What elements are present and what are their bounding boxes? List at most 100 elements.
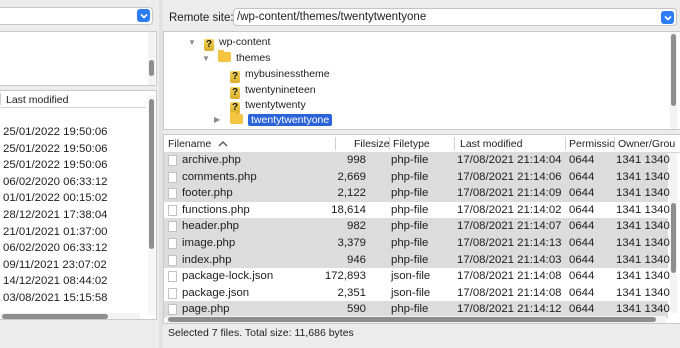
file-permissions: 0644	[569, 154, 595, 166]
tree-item-twentytwentyone[interactable]: twentytwentyone	[230, 112, 333, 128]
remote-list-vscrollbar[interactable]	[670, 153, 677, 313]
col-filetype[interactable]: Filetype	[393, 138, 430, 150]
file-size: 2,122	[337, 187, 366, 200]
file-owner-group: 1341 1340	[616, 154, 670, 166]
file-modified: 17/08/2021 21:14:08	[457, 286, 562, 299]
file-type: php-file	[391, 187, 429, 200]
column-divider[interactable]	[335, 137, 336, 150]
local-file-list[interactable]: Last modified 25/01/2022 19:50:06 25/01/2…	[0, 90, 157, 320]
file-row[interactable]: archive.php 998 php-file 17/08/2021 21:14:0…	[164, 152, 670, 169]
local-path-dropdown-button[interactable]	[137, 9, 150, 22]
column-divider[interactable]	[565, 137, 566, 150]
local-row-last-modified[interactable]: 28/12/2021 17:38:04	[3, 207, 108, 223]
local-list-vscrollbar-thumb[interactable]	[149, 99, 154, 249]
local-row-last-modified[interactable]: 14/12/2021 08:44:02	[3, 273, 108, 289]
local-row-last-modified[interactable]: 21/01/2021 01:37:00	[3, 224, 108, 240]
file-row[interactable]: index.php 946 php-file 17/08/2021 21:14:03 0…	[164, 251, 670, 269]
unknown-folder-icon: ?	[230, 71, 240, 83]
tree-item-themes[interactable]: themes	[218, 50, 271, 66]
local-tree-scrollbar[interactable]	[148, 32, 155, 85]
file-row[interactable]: functions.php 18,614 php-file 17/08/2021 21…	[164, 202, 670, 219]
col-owner-group[interactable]: Owner/Grou	[618, 138, 675, 150]
local-row-last-modified[interactable]: 06/02/2020 06:33:12	[3, 240, 108, 256]
local-col-last-modified[interactable]: Last modified	[6, 94, 68, 106]
file-size: 946	[346, 253, 366, 266]
file-row[interactable]: package.json 2,351 json-file 17/08/2021 21:…	[164, 285, 670, 302]
file-icon	[168, 221, 177, 233]
file-type: php-file	[391, 220, 429, 233]
file-permissions: 0644	[569, 203, 595, 216]
file-owner-group: 1341 1340	[616, 220, 670, 233]
remote-list-hscrollbar[interactable]	[166, 316, 666, 323]
local-row-last-modified[interactable]: 06/02/2020 06:33:12	[3, 174, 108, 190]
local-row-last-modified[interactable]: 09/11/2021 23:07:02	[3, 257, 107, 273]
file-type: php-file	[391, 253, 429, 266]
file-owner-group: 1341 1340	[616, 270, 670, 283]
col-filesize[interactable]: Filesize	[354, 138, 390, 150]
file-icon	[168, 171, 177, 183]
expand-arrow-icon[interactable]: ▶	[214, 115, 220, 124]
local-row-last-modified[interactable]: 03/08/2021 15:15:58	[3, 290, 108, 306]
local-list-hscrollbar-thumb[interactable]	[2, 314, 108, 319]
column-divider[interactable]	[454, 137, 455, 150]
file-permissions: 0644	[569, 237, 595, 249]
file-icon	[168, 204, 177, 216]
tree-item-wp-content[interactable]: ? wp-content	[204, 35, 270, 51]
file-row[interactable]: package-lock.json 172,893 json-file 17/08/2…	[164, 268, 670, 285]
tree-item-label: themes	[236, 52, 271, 64]
chevron-down-icon	[139, 13, 148, 19]
remote-path-dropdown-button[interactable]	[661, 11, 674, 24]
remote-tree-scrollbar[interactable]	[670, 32, 677, 129]
local-row-last-modified[interactable]: 25/01/2022 19:50:06	[3, 141, 108, 157]
col-filename[interactable]: Filename	[168, 138, 228, 150]
file-modified: 17/08/2021 21:14:08	[457, 270, 562, 283]
local-list-vscrollbar[interactable]	[148, 95, 155, 315]
file-type: php-file	[391, 203, 429, 216]
col-last-modified[interactable]: Last modified	[460, 138, 522, 150]
tree-item-mybusinesstheme[interactable]: ? mybusinesstheme	[230, 67, 330, 83]
column-divider[interactable]	[0, 93, 1, 105]
local-row-last-modified[interactable]: 25/01/2022 19:50:06	[3, 157, 108, 173]
remote-status-bar: Selected 7 files. Total size: 11,686 byt…	[163, 324, 680, 342]
folder-icon	[218, 50, 231, 62]
remote-list-vscrollbar-thumb[interactable]	[671, 203, 676, 273]
file-row[interactable]: comments.php 2,669 php-file 17/08/2021 21:1…	[164, 168, 670, 186]
file-name: index.php	[182, 253, 232, 266]
file-modified: 17/08/2021 21:14:03	[457, 253, 562, 266]
tree-item-twentytwenty[interactable]: ? twentytwenty	[230, 98, 306, 114]
column-divider[interactable]	[389, 137, 390, 150]
collapse-arrow-icon[interactable]: ▼	[188, 38, 196, 47]
col-permissions[interactable]: Permissio	[569, 138, 615, 150]
column-divider[interactable]	[614, 137, 615, 150]
chevron-down-icon	[663, 15, 672, 21]
local-directory-tree[interactable]	[0, 31, 157, 86]
collapse-arrow-icon[interactable]: ▼	[202, 54, 210, 63]
file-icon	[168, 271, 177, 283]
remote-list-hscrollbar-thumb[interactable]	[168, 317, 656, 322]
file-row[interactable]: footer.php 2,122 php-file 17/08/2021 21:14:…	[164, 185, 670, 202]
file-modified: 17/08/2021 21:14:04	[457, 154, 562, 166]
file-type: php-file	[391, 237, 429, 249]
remote-list-header: Filename Filesize Filetype Last modified…	[164, 135, 680, 153]
local-list-hscrollbar[interactable]	[0, 313, 140, 319]
file-name: comments.php	[182, 170, 257, 183]
file-size: 3,379	[337, 237, 366, 249]
remote-directory-tree[interactable]: ▼ ? wp-content ▼ themes ? mybusinesstheme …	[163, 31, 680, 130]
tree-item-twentynineteen[interactable]: ? twentynineteen	[230, 83, 316, 99]
file-modified: 17/08/2021 21:14:13	[457, 237, 562, 249]
remote-file-list[interactable]: Filename Filesize Filetype Last modified…	[163, 134, 680, 324]
file-icon	[168, 155, 177, 166]
local-tree-scrollbar-thumb[interactable]	[149, 60, 154, 76]
file-row[interactable]: image.php 3,379 php-file 17/08/2021 21:14:1…	[164, 235, 670, 252]
local-row-last-modified[interactable]: 25/01/2022 19:50:06	[3, 124, 108, 140]
file-name: functions.php	[182, 203, 250, 216]
local-row-last-modified[interactable]: 01/01/2022 00:15:02	[3, 190, 108, 206]
remote-tree-scrollbar-thumb[interactable]	[671, 34, 676, 106]
file-row[interactable]: header.php 982 php-file 17/08/2021 21:14:07…	[164, 218, 670, 235]
local-path-bar	[0, 4, 156, 28]
file-owner-group: 1341 1340	[616, 253, 670, 266]
file-permissions: 0644	[569, 220, 595, 233]
local-path-select[interactable]	[0, 7, 153, 25]
remote-path-select[interactable]: /wp-content/themes/twentytwentyone	[233, 8, 677, 26]
file-type: php-file	[391, 154, 429, 166]
